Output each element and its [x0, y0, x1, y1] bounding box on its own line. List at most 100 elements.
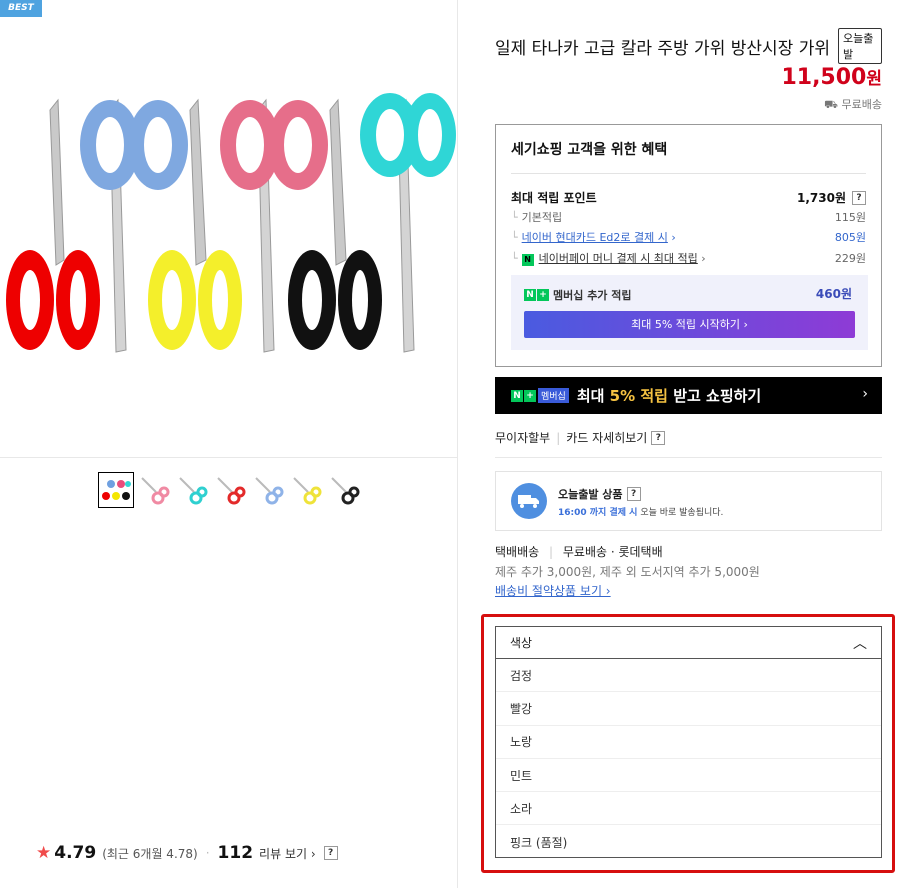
select-header[interactable]: 색상 ︿	[496, 627, 881, 659]
separator: |	[549, 545, 554, 559]
free-shipping: ⛟ 무료배송	[824, 96, 882, 113]
product-title: 일제 타나카 고급 칼라 주방 가위 방산시장 가위	[495, 38, 830, 59]
best-badge: BEST	[0, 0, 42, 17]
scissors-thumbnail-icon	[217, 477, 246, 505]
scissors-mint-image	[360, 93, 456, 177]
thumbnail-black[interactable]	[326, 472, 362, 508]
scissors-thumbnail-icon	[331, 477, 360, 505]
today-shipping-box: 오늘출발 상품 ? 16:00 까지 결제 시 오늘 바로 발송됩니다.	[495, 471, 882, 531]
membership-banner[interactable]: N + 멤버십 최대 5% 적립 받고 쇼핑하기 ›	[495, 377, 882, 414]
banner-text: 최대 5% 적립 받고 쇼핑하기	[577, 385, 761, 406]
price-unit: 원	[866, 69, 882, 89]
npay-points-row: └ N 네이버페이 머니 결제 시 최대 적립 › 229원	[511, 250, 866, 266]
review-link[interactable]: 리뷰 보기 ›	[259, 845, 316, 862]
thumbnail-yellow[interactable]	[288, 472, 324, 508]
scissors-thumbnail-icon	[293, 477, 322, 505]
chevron-up-icon: ︿	[853, 635, 867, 652]
free-shipping-label: 무료배송	[841, 98, 882, 111]
today-shipping-deadline: 16:00 까지 결제 시	[558, 508, 638, 518]
thumbnail-all[interactable]	[98, 472, 134, 508]
card-detail-link[interactable]: 카드 자세히보기	[566, 429, 647, 446]
benefit-box: 세기쇼핑 고객을 위한 혜택 최대 적립 포인트 1,730원 ? └ 기본적립 …	[495, 124, 882, 367]
section-divider	[495, 457, 882, 458]
card-points-value: 805원	[834, 231, 866, 244]
banner-text-pre: 최대	[576, 387, 610, 405]
option-item[interactable]: 빨강	[496, 692, 881, 726]
membership-label: 멤버십 추가 적립	[553, 289, 632, 302]
scissors-thumbnail-icon	[255, 477, 284, 505]
separator: |	[556, 430, 561, 445]
save-shipping-link[interactable]: 배송비 절약상품 보기 ›	[495, 582, 611, 599]
delivery-method: 무료배송 · 롯데택배	[562, 545, 663, 559]
delivery-extra-fee: 제주 추가 3,000원, 제주 외 도서지역 추가 5,000원	[495, 565, 760, 579]
scissors-thumbnail-icon	[179, 477, 208, 505]
banner-text-post: 받고 쇼핑하기	[667, 387, 762, 405]
rating-score: 4.79	[54, 843, 97, 863]
thumbnail-list	[98, 472, 362, 508]
delivery-type-row: 택배배송 | 무료배송 · 롯데택배	[495, 543, 663, 560]
option-item[interactable]: 핑크 (품절)	[496, 825, 881, 858]
option-item[interactable]: 소라	[496, 792, 881, 826]
npay-points-link[interactable]: 네이버페이 머니 결제 시 최대 적립	[539, 252, 698, 265]
star-icon: ★	[36, 843, 52, 863]
scissors-thumbnail-icon	[102, 480, 131, 500]
no-interest-label: 무이자할부	[495, 431, 551, 445]
benefit-divider	[511, 173, 866, 174]
today-shipping-desc-text: 오늘 바로 발송됩니다.	[637, 508, 724, 518]
rating-recent: (최근 6개월 4.78)	[102, 846, 198, 861]
thumbnail-pink[interactable]	[136, 472, 172, 508]
help-icon[interactable]: ?	[651, 430, 666, 445]
tree-branch-icon: └	[511, 252, 518, 265]
npay-icon: N	[521, 254, 534, 266]
nplus-icon: N +	[511, 389, 536, 402]
rating-separator: ·	[205, 846, 210, 860]
max-points-row: 최대 적립 포인트 1,730원 ?	[511, 189, 866, 206]
card-points-row: └ 네이버 현대카드 Ed2로 결제 시 › 805원	[511, 229, 866, 245]
delivery-truck-icon	[511, 483, 547, 519]
scissors-blue-image	[80, 100, 188, 190]
chevron-right-icon: ›	[671, 231, 676, 244]
main-product-image[interactable]	[0, 90, 458, 370]
basic-points-value: 115원	[834, 211, 866, 224]
thumbnail-divider	[0, 457, 458, 458]
help-icon[interactable]: ?	[626, 487, 641, 501]
option-item[interactable]: 민트	[496, 759, 881, 793]
scissors-thumbnail-icon	[141, 477, 170, 505]
today-shipping-title-group: 오늘출발 상품 ?	[558, 486, 641, 502]
max-points-value: 1,730원	[797, 191, 846, 205]
membership-points: 460원	[815, 287, 852, 301]
basic-points-row: └ 기본적립 115원	[511, 209, 866, 225]
benefit-title: 세기쇼핑 고객을 위한 혜택	[511, 142, 668, 158]
color-option-select[interactable]: 색상 ︿ 검정 빨강 노랑 민트 소라 핑크 (품절)	[495, 626, 882, 858]
truck-icon: ⛟	[824, 98, 839, 111]
today-shipping-title: 오늘출발 상품	[558, 488, 623, 501]
scissors-pink-image	[220, 100, 328, 190]
today-shipping-badge: 오늘출발	[838, 28, 882, 64]
option-item[interactable]: 검정	[496, 659, 881, 693]
membership-label-group: N + 멤버십 추가 적립	[524, 287, 632, 303]
membership-panel: N + 멤버십 추가 적립 460원 최대 5% 적립 시작하기 ›	[511, 275, 868, 350]
title-row: 일제 타나카 고급 칼라 주방 가위 방산시장 가위 오늘출발	[495, 28, 882, 64]
membership-tag: 멤버십	[538, 388, 569, 403]
help-icon[interactable]: ?	[852, 190, 866, 205]
help-icon[interactable]: ?	[323, 846, 338, 860]
nplus-icon: N +	[524, 289, 549, 301]
max-points-label: 최대 적립 포인트	[511, 191, 597, 205]
card-points-link[interactable]: 네이버 현대카드 Ed2로 결제 시	[522, 231, 668, 244]
chevron-right-icon: ›	[862, 386, 868, 402]
tree-branch-icon: └	[511, 231, 518, 244]
thumbnail-blue[interactable]	[250, 472, 286, 508]
banner-text-highlight: 5% 적립	[609, 387, 668, 405]
chevron-right-icon: ›	[701, 252, 706, 265]
npay-points-value: 229원	[834, 252, 866, 265]
thumbnail-red[interactable]	[212, 472, 248, 508]
thumbnail-mint[interactable]	[174, 472, 210, 508]
select-label: 색상	[510, 636, 533, 650]
option-item[interactable]: 노랑	[496, 726, 881, 759]
price-value: 11,500	[781, 65, 867, 90]
installment-row: 무이자할부 | 카드 자세히보기 ?	[495, 429, 666, 446]
membership-start-button[interactable]: 최대 5% 적립 시작하기 ›	[524, 311, 855, 338]
product-price: 11,500원	[781, 64, 882, 90]
today-shipping-desc: 16:00 까지 결제 시 오늘 바로 발송됩니다.	[558, 505, 723, 518]
rating-row: ★ 4.79 (최근 6개월 4.78) · 112 리뷰 보기 › ?	[36, 843, 338, 863]
